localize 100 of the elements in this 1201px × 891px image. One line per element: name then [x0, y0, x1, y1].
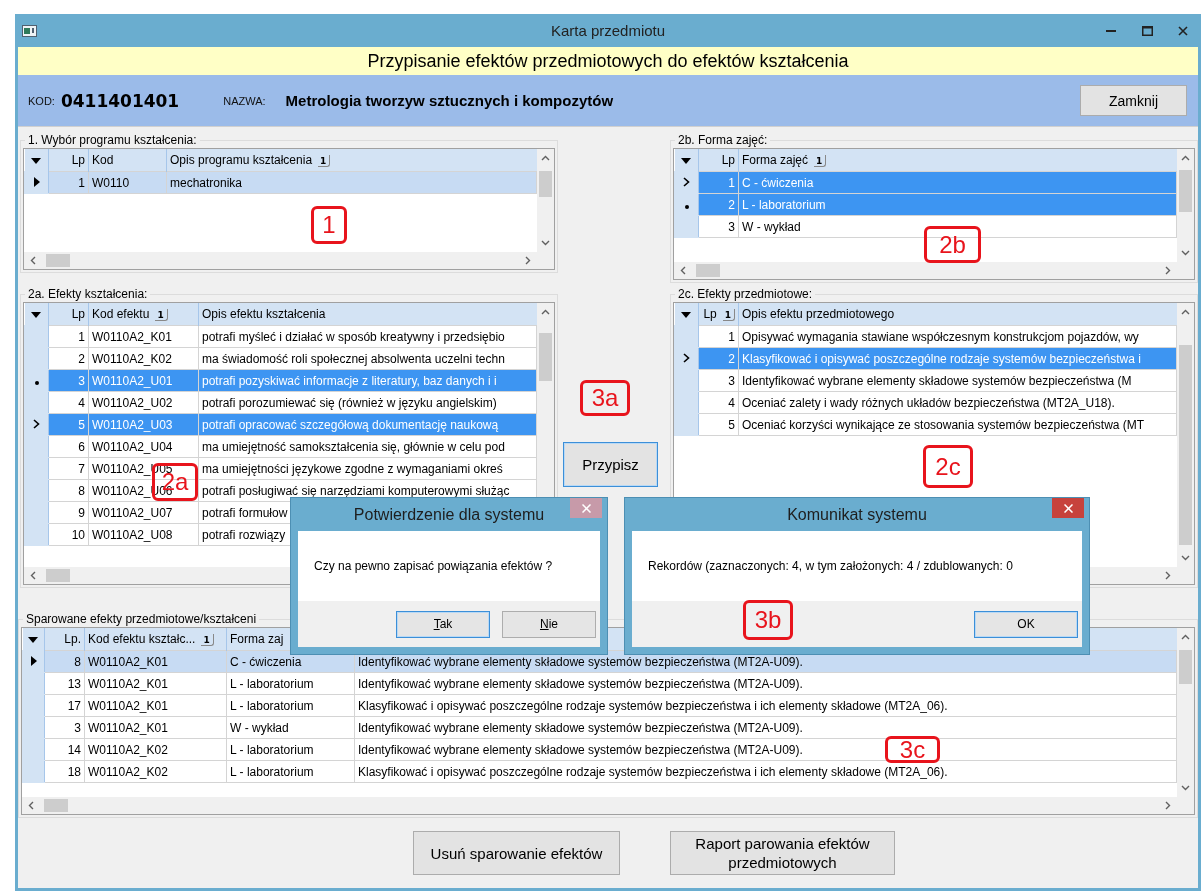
callout-label: 2b	[924, 226, 981, 263]
column-header[interactable]: Kod efektu 1	[88, 303, 199, 326]
close-icon	[1178, 25, 1188, 36]
scrollbar-thumb[interactable]	[539, 333, 552, 381]
table-row[interactable]: 3 W0110A2_K01 W - wykład Identyfikować wybrane elementy składowe systemów bezpieczeństwa (MT2A-U09).	[22, 716, 1177, 739]
table-row[interactable]: 5 Oceniać korzyści wynikające ze stosowania systemów bezpieczeństwa (MT	[674, 413, 1177, 436]
column-header[interactable]: Kod efektu kształc... 1	[84, 628, 227, 651]
column-header[interactable]: Lp	[48, 303, 89, 326]
table-cell: 2	[48, 347, 89, 370]
table-cell: Klasyfikować i opisywać poszczególne rodzaje systemów bezpieczeństwa i ich elementy składowe (MT2A_06).	[354, 760, 1177, 783]
report-button[interactable]: Raport parowania efektów przedmiotowych	[670, 831, 895, 875]
dialog-button[interactable]: Tak	[396, 610, 490, 638]
dropdown-icon[interactable]	[681, 158, 692, 164]
scrollbar-thumb[interactable]	[1179, 345, 1192, 545]
assign-button[interactable]: Przypisz	[563, 442, 658, 487]
field-label: NAZWA:	[223, 94, 266, 107]
table-cell: 5	[48, 413, 89, 436]
column-header[interactable]: Lp	[48, 149, 89, 172]
scroll-right-icon[interactable]	[1165, 571, 1171, 580]
table-row[interactable]: 2 W0110A2_K02 ma świadomość roli społecznej absolwenta uczelni techn	[24, 347, 537, 370]
scrollbar-thumb[interactable]	[1179, 170, 1192, 212]
table-cell: W0110A2_K01	[84, 694, 227, 717]
column-header[interactable]: Kod	[88, 149, 167, 172]
table-cell: W0110A2_U01	[88, 369, 199, 392]
scroll-right-icon[interactable]	[525, 256, 531, 265]
column-header[interactable]: Lp 1	[698, 303, 739, 326]
scroll-up-icon[interactable]	[1181, 634, 1190, 640]
dropdown-icon[interactable]	[681, 312, 692, 318]
table-cell: 1	[698, 171, 739, 194]
scroll-left-icon[interactable]	[30, 256, 36, 265]
table-cell: potrafi porozumiewać się (również w języku angielskim)	[198, 391, 537, 414]
column-header[interactable]: Lp	[698, 149, 739, 172]
dialog-message: Rekordów (zaznaczonych: 4, w tym założonych: 4 / zdublowanych: 0	[648, 559, 1013, 573]
table-cell: W0110A2_K01	[84, 716, 227, 739]
callout-label: 3b	[743, 600, 793, 640]
scroll-left-icon[interactable]	[28, 801, 34, 810]
scroll-up-icon[interactable]	[541, 155, 550, 161]
column-header[interactable]: Opis programu kształcenia 1	[166, 149, 537, 172]
window-title: Karta przedmiotu	[550, 22, 666, 39]
table-row[interactable]: 3 Identyfikować wybrane elementy składowe systemów bezpieczeństwa (M	[674, 369, 1177, 392]
table-cell: Oceniać zalety i wady różnych układów bezpieczeństwa (MT2A_U18).	[738, 391, 1177, 414]
close-button[interactable]: Zamknij	[1080, 85, 1187, 116]
table-cell: 17	[44, 694, 85, 717]
group-label: Sparowane efekty przedmiotowe/kształceni	[25, 612, 258, 626]
scrollbar-thumb[interactable]	[46, 254, 70, 267]
table-cell: 10	[48, 523, 89, 546]
scrollbar-thumb[interactable]	[44, 799, 68, 812]
callout-label: 1	[311, 206, 347, 244]
dialog-button[interactable]: Nie	[502, 610, 596, 638]
scrollbar-thumb[interactable]	[696, 264, 720, 277]
screen-title: Przypisanie efektów przedmiotowych do efektów kształcenia	[367, 50, 849, 72]
table-cell: 1	[48, 171, 89, 194]
table-row[interactable]: 1 W0110 mechatronika	[24, 171, 537, 194]
table-cell: 2	[698, 347, 739, 370]
scroll-right-icon[interactable]	[1165, 801, 1171, 810]
table-cell: potrafi opracować szczegółową dokumentację naukową	[198, 413, 537, 436]
sort-order-badge: 1	[155, 308, 168, 321]
table-row[interactable]: 13 W0110A2_K01 L - laboratorium Identyfikować wybrane elementy składowe systemów bezpieczeństwa (MT2A-U09).	[22, 672, 1177, 695]
table-row[interactable]: 18 W0110A2_K02 L - laboratorium Klasyfikować i opisywać poszczególne rodzaje systemów bezpieczeństwa i ich elementy składowe (MT2A_06).	[22, 760, 1177, 783]
dialog-button[interactable]: OK	[974, 610, 1078, 638]
column-header[interactable]: Forma zajęć 1	[738, 149, 1177, 172]
table-cell: mechatronika	[166, 171, 537, 194]
table-cell: W0110A2_K02	[88, 347, 199, 370]
scrollbar-thumb[interactable]	[46, 569, 70, 582]
column-header[interactable]: Lp.	[44, 628, 85, 651]
table-row[interactable]: 6 W0110A2_U04 ma umiejętność samokształcenia się, głównie w celu pod	[24, 435, 537, 458]
close-button[interactable]	[1052, 498, 1084, 518]
scroll-right-icon[interactable]	[1165, 266, 1171, 275]
unpair-button[interactable]: Usuń sparowanie efektów	[413, 831, 620, 875]
table-row[interactable]: 4 Oceniać zalety i wady różnych układów bezpieczeństwa (MT2A_U18).	[674, 391, 1177, 414]
table-row[interactable]: 4 W0110A2_U02 potrafi porozumiewać się (również w języku angielskim)	[24, 391, 537, 414]
scroll-down-icon[interactable]	[541, 240, 550, 246]
scroll-down-icon[interactable]	[1181, 785, 1190, 791]
dropdown-icon[interactable]	[28, 637, 39, 643]
table-cell: 14	[44, 738, 85, 761]
dropdown-icon[interactable]	[31, 312, 42, 318]
table-cell: 7	[48, 457, 89, 480]
scroll-down-icon[interactable]	[1181, 555, 1190, 561]
scrollbar-thumb[interactable]	[1179, 650, 1192, 684]
group-label: 2c. Efekty przedmiotowe:	[677, 287, 814, 301]
column-header[interactable]: Opis efektu przedmiotowego	[738, 303, 1177, 326]
table-row[interactable]: 1 Opisywać wymagania stawiane współczesnym konstrukcjom pojazdów, wy	[674, 325, 1177, 348]
table-cell: W0110A2_K01	[84, 650, 227, 673]
table-cell: W - wykład	[226, 716, 355, 739]
column-header[interactable]: Opis efektu kształcenia	[198, 303, 537, 326]
table-cell: W0110A2_U02	[88, 391, 199, 414]
scrollbar-thumb[interactable]	[539, 171, 552, 197]
scroll-up-icon[interactable]	[1181, 155, 1190, 161]
scroll-left-icon[interactable]	[30, 571, 36, 580]
table-cell: 4	[698, 391, 739, 414]
dropdown-icon[interactable]	[31, 158, 42, 164]
table-row[interactable]: 1 W0110A2_K01 potrafi myśleć i działać w sposób kreatywny i przedsiębio	[24, 325, 537, 348]
scroll-up-icon[interactable]	[1181, 309, 1190, 315]
table-cell: 3	[698, 215, 739, 238]
field-label: KOD:	[28, 94, 55, 107]
scroll-up-icon[interactable]	[541, 309, 550, 315]
scroll-down-icon[interactable]	[1181, 250, 1190, 256]
group-label: 2a. Efekty kształcenia:	[27, 287, 149, 301]
scroll-left-icon[interactable]	[680, 266, 686, 275]
table-row[interactable]: 17 W0110A2_K01 L - laboratorium Klasyfikować i opisywać poszczególne rodzaje systemów bezpieczeństwa i ich elementy składowe (MT2A_06).	[22, 694, 1177, 717]
